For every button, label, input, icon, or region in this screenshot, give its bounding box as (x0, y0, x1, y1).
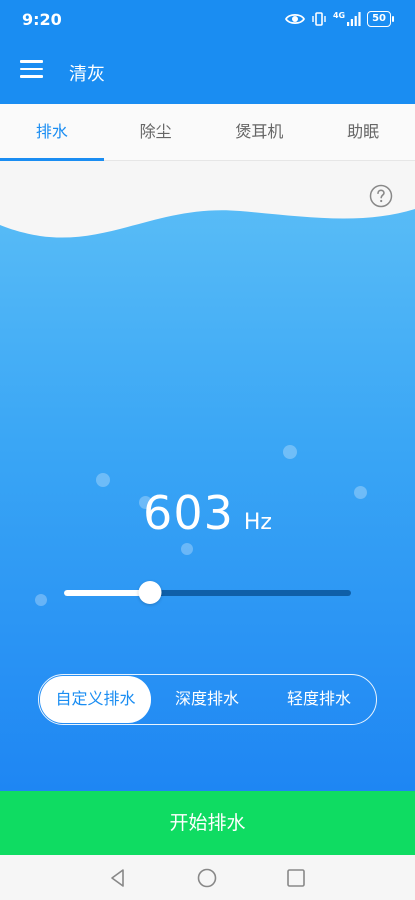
recents-icon[interactable] (285, 867, 307, 889)
bubble (96, 473, 110, 487)
help-icon[interactable] (369, 184, 393, 208)
mode-light-drain[interactable]: 轻度排水 (263, 676, 375, 723)
back-icon[interactable] (107, 867, 129, 889)
network-type: 4G (332, 10, 346, 20)
frequency-value: 603 (143, 486, 234, 540)
eye-icon (284, 13, 305, 25)
mode-custom-drain[interactable]: 自定义排水 (40, 676, 151, 723)
start-drain-button[interactable]: 开始排水 (0, 791, 415, 855)
frequency-slider[interactable] (64, 581, 351, 604)
frequency-unit: Hz (243, 510, 272, 535)
bubble (181, 543, 193, 555)
status-time: 9:20 (22, 10, 62, 29)
tab-burn-in[interactable]: 煲耳机 (208, 104, 312, 160)
battery-icon: 50 (367, 11, 394, 27)
drain-panel: 603 Hz 自定义排水 深度排水 轻度排水 (0, 161, 415, 791)
page-title: 清灰 (69, 64, 105, 85)
mode-deep-drain[interactable]: 深度排水 (151, 676, 263, 723)
status-icons: 4G 50 (284, 10, 394, 27)
slider-thumb[interactable] (138, 581, 162, 604)
tab-bar: 排水 除尘 煲耳机 助眠 (0, 104, 415, 161)
tab-drain[interactable]: 排水 (0, 104, 104, 161)
home-icon[interactable] (196, 867, 218, 889)
signal-icon (347, 12, 361, 26)
bubble (35, 594, 47, 606)
status-bar: 9:20 4G 50 (0, 0, 415, 40)
wave-background (0, 161, 415, 238)
app-bar: 清灰 (0, 40, 415, 104)
menu-icon[interactable] (20, 60, 44, 84)
bubble (283, 445, 297, 459)
tab-dust[interactable]: 除尘 (104, 104, 208, 160)
slider-fill (64, 590, 151, 596)
tab-sleep[interactable]: 助眠 (311, 104, 415, 160)
mode-selector: 自定义排水 深度排水 轻度排水 (38, 674, 377, 725)
vibrate-icon (312, 12, 326, 26)
frequency-display: 603 Hz (0, 486, 415, 540)
system-nav-bar (0, 855, 415, 900)
